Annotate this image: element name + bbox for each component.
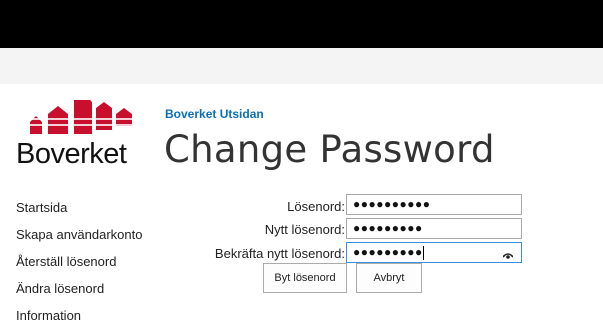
site-title-link[interactable]: Boverket Utsidan	[165, 107, 264, 121]
cancel-button[interactable]: Avbryt	[356, 263, 422, 293]
confirm-password-label: Bekräfta nytt lösenord:	[214, 246, 345, 261]
nav-item-information[interactable]: Information	[16, 306, 142, 333]
new-password-mask: ●●●●●●●●●	[353, 221, 423, 235]
change-password-button[interactable]: Byt lösenord	[263, 263, 347, 293]
new-password-label: Nytt lösenord:	[264, 222, 345, 237]
nav-item-create-account[interactable]: Skapa användarkonto	[16, 225, 142, 252]
password-field[interactable]: ●●●●●●●●●●	[346, 194, 522, 215]
nav-item-reset-password[interactable]: Återställ lösenord	[16, 252, 142, 279]
password-label: Lösenord:	[287, 199, 345, 214]
page-title: Change Password	[164, 128, 495, 171]
eye-icon[interactable]	[502, 247, 514, 265]
confirm-password-field[interactable]: ●●●●●●●●●	[346, 242, 522, 263]
nav-item-startsida[interactable]: Startsida	[16, 198, 142, 225]
nav-item-change-password[interactable]: Ändra lösenord	[16, 279, 142, 306]
confirm-password-mask: ●●●●●●●●●	[353, 245, 423, 259]
top-bar	[0, 0, 603, 48]
left-navigation: Startsida Skapa användarkonto Återställ …	[16, 198, 142, 333]
text-caret	[423, 246, 424, 260]
logo-roofs-icon	[30, 100, 134, 134]
ribbon-bar	[0, 48, 603, 84]
logo-wordmark: Boverket	[16, 138, 127, 170]
new-password-field[interactable]: ●●●●●●●●●	[346, 218, 522, 239]
boverket-logo[interactable]: Boverket	[16, 100, 156, 170]
password-mask: ●●●●●●●●●●	[353, 197, 431, 211]
